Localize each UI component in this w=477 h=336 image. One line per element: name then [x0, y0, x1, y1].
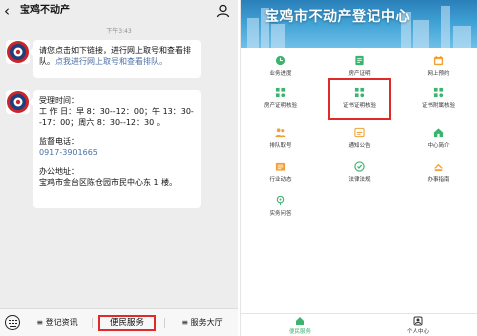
screenshot-root: ‹ 宝鸡不动产 下午3:43 请您点击如下链接，进行网上取号和查看排队。点我进行… — [0, 0, 477, 336]
phone-number[interactable]: 0917-3901665 — [39, 147, 195, 158]
grid-item-business-progress[interactable]: 业务进度 — [241, 52, 320, 84]
grid-item-notice[interactable]: 通知公告 — [320, 124, 399, 156]
verify-icon — [433, 87, 444, 98]
guide-icon — [433, 163, 444, 172]
tab-personal-center[interactable]: 个人中心 — [359, 315, 477, 336]
menu-convenience-service[interactable]: 便民服务 — [98, 315, 156, 331]
hours-text: 工 作 日：早 8：30--12：00；午 13：30--17：00；周六 8：… — [39, 107, 194, 127]
news-icon — [275, 162, 286, 171]
chat-panel: ‹ 宝鸡不动产 下午3:43 请您点击如下链接，进行网上取号和查看排队。点我进行… — [0, 0, 238, 336]
phone-label: 监督电话： — [39, 137, 79, 146]
grid-item-guide[interactable]: 办事指南 — [399, 158, 477, 190]
chat-title: 宝鸡不动产 — [20, 5, 70, 16]
grid-item-label: 中心简介 — [427, 143, 450, 149]
home-icon — [433, 128, 444, 138]
menu-divider — [92, 318, 93, 328]
tab-label: 个人中心 — [406, 329, 429, 335]
tab-label: 便民服务 — [288, 329, 311, 335]
queue-icon — [275, 128, 286, 138]
law-icon — [354, 161, 365, 172]
grid-item-queue-ticket[interactable]: 排队取号 — [241, 124, 320, 156]
grid-item-center-intro[interactable]: 中心简介 — [399, 124, 477, 156]
grid-item-online-booking[interactable]: 网上预约 — [399, 52, 477, 84]
address-text: 宝鸡市金台区陈仓园市民中心东 1 楼。 — [39, 178, 178, 187]
message-bubble: 受理时间： 工 作 日：早 8：30--12：00；午 13：30--17：00… — [29, 90, 201, 208]
app-panel: 宝鸡市不动产登记中心 业务进度 房产证明 网上预约 房产证明核验 证书证明核验 … — [240, 0, 477, 336]
profile-icon[interactable] — [216, 4, 230, 18]
chat-menu-bar: ≡ 登记资讯 便民服务 ≡ 服务大厅 — [0, 308, 238, 336]
grid-item-industry-news[interactable]: 行业动态 — [241, 158, 320, 190]
grid-item-laws[interactable]: 法律法规 — [320, 158, 399, 190]
grid-item-label: 业务进度 — [269, 71, 292, 77]
message-bubble: 请您点击如下链接，进行网上取号和查看排队。点我进行网上取号和查看排队。 — [29, 40, 201, 78]
clock-icon — [275, 55, 286, 66]
grid-item-qa[interactable]: 实务问答 — [241, 192, 320, 224]
grid-item-label: 办事指南 — [427, 177, 450, 183]
person-icon — [413, 316, 423, 326]
message-timestamp: 下午3:43 — [106, 28, 132, 35]
menu-service-hall[interactable]: ≡ 服务大厅 — [170, 315, 234, 331]
account-avatar[interactable] — [6, 40, 30, 64]
grid-item-label: 网上预约 — [427, 71, 450, 77]
back-icon[interactable]: ‹ — [4, 2, 18, 20]
certificate-icon — [355, 55, 364, 66]
app-tab-bar: 便民服务 个人中心 — [241, 313, 477, 336]
keyboard-icon[interactable] — [5, 315, 20, 330]
notice-icon — [354, 127, 365, 138]
banner-title: 宝鸡市不动产登记中心 — [265, 9, 410, 25]
grid-item-label: 房产证明 — [348, 71, 371, 77]
grid-item-label: 法律法规 — [348, 177, 371, 183]
grid-item-property-verify[interactable]: 房产证明核验 — [241, 84, 320, 116]
chat-header: ‹ 宝鸡不动产 — [0, 0, 238, 22]
grid-item-label: 通知公告 — [348, 143, 371, 149]
grid-item-label: 房产证明核验 — [263, 103, 297, 109]
service-icon — [296, 317, 304, 325]
highlight-box — [328, 78, 391, 120]
verify-icon — [275, 87, 286, 98]
tab-convenience-service[interactable]: 便民服务 — [241, 315, 359, 336]
address-label: 办公地址： — [39, 167, 79, 176]
banner: 宝鸡市不动产登记中心 — [241, 0, 477, 48]
qa-icon — [276, 195, 285, 206]
hours-label: 受理时间： — [39, 96, 79, 105]
grid-item-label: 证书附属核验 — [421, 103, 455, 109]
menu-registration-info[interactable]: ≡ 登记资讯 — [26, 315, 88, 331]
grid-item-label: 行业动态 — [269, 177, 292, 183]
account-avatar[interactable] — [6, 90, 30, 114]
calendar-icon — [433, 55, 444, 66]
grid-item-label: 排队取号 — [269, 143, 292, 149]
queue-link[interactable]: 点我进行网上取号和查看排队。 — [55, 57, 167, 66]
menu-divider — [164, 318, 165, 328]
grid-item-label: 实务问答 — [269, 211, 292, 217]
grid-item-attachment-verify[interactable]: 证书附属核验 — [399, 84, 477, 116]
